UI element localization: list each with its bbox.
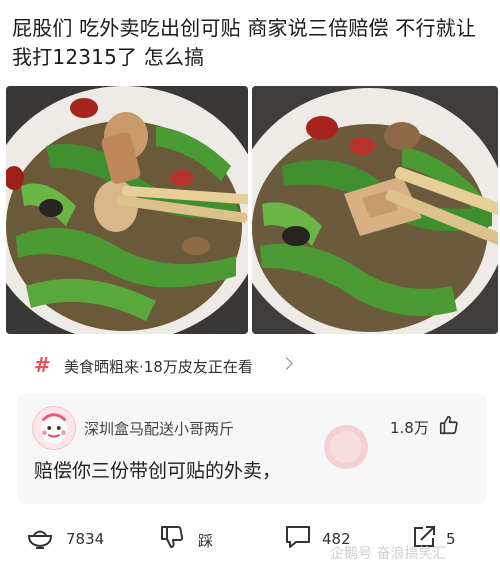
bowl-with-bandage-image xyxy=(252,86,498,334)
thumbs-up-icon[interactable] xyxy=(438,414,460,436)
comment-icon xyxy=(286,526,310,548)
hash-icon: # xyxy=(34,353,51,377)
avatar[interactable] xyxy=(32,406,76,450)
bowl-icon xyxy=(27,530,53,549)
food-photo-left[interactable] xyxy=(6,86,248,334)
bowl-button[interactable]: 7834 xyxy=(26,515,116,563)
dislike-button[interactable]: 踩 xyxy=(158,515,228,563)
bowl-count: 7834 xyxy=(66,530,105,548)
topic-label: 美食晒粗来·18万皮友正在看 xyxy=(64,358,253,376)
share-count: 5 xyxy=(446,530,456,548)
comment-text: 赔偿你三份带创可贴的外卖， xyxy=(34,460,282,482)
post-text: 屁股们 吃外卖吃出创可贴 商家说三倍赔偿 不行就让我打12315了 怎么搞 xyxy=(12,16,477,69)
food-photo-right[interactable] xyxy=(252,86,498,334)
top-comment-card[interactable]: 深圳盒马配送小哥两斤 1.8万 赔偿你三份带创可贴的外卖， xyxy=(18,394,486,504)
chevron-right-icon xyxy=(280,357,293,370)
sticker-icon xyxy=(324,425,368,469)
bowl-of-peppers-image xyxy=(6,86,248,334)
comment-like-count: 1.8万 xyxy=(390,419,429,437)
comment-username[interactable]: 深圳盒马配送小哥两斤 xyxy=(84,418,234,439)
dislike-label: 踩 xyxy=(198,532,214,550)
thumbs-down-icon xyxy=(161,526,184,548)
topic-link[interactable]: # 美食晒粗来·18万皮友正在看 xyxy=(0,343,500,389)
watermark: 企鹅号 奋浪搞笑汇 xyxy=(330,546,447,562)
